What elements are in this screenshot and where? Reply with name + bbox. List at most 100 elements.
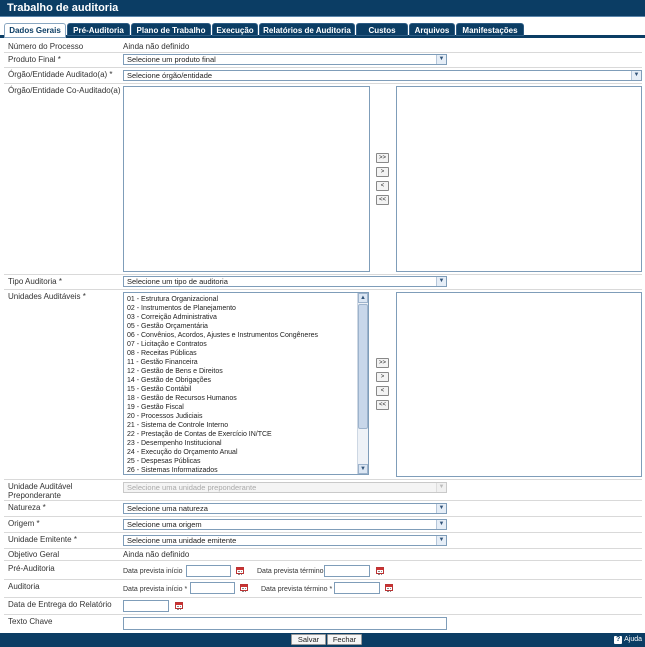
help-icon: ? — [614, 636, 623, 644]
preponderante-selected: Selecione uma unidade preponderante — [127, 483, 257, 492]
produto-final-selected: Selecione um produto final — [127, 55, 216, 64]
move-right-button[interactable]: > — [376, 167, 389, 177]
help-label: Ajuda — [624, 636, 642, 643]
numero-processo-value: Ainda não definido — [123, 42, 190, 51]
orgao-selected: Selecione órgão/entidade — [127, 71, 213, 80]
list-item[interactable]: 25 - Despesas Públicas — [127, 457, 201, 466]
produto-final-select[interactable]: Selecione um produto final ▼ — [123, 54, 447, 65]
preponderante-select[interactable]: Selecione uma unidade preponderante ▼ — [123, 482, 447, 493]
calendar-icon[interactable] — [175, 602, 183, 610]
orgao-select[interactable]: Selecione órgão/entidade ▼ — [123, 70, 642, 81]
auditoria-inicio-label: Data prevista início * — [123, 586, 188, 593]
origem-selected: Selecione uma origem — [127, 520, 202, 529]
scroll-down-icon[interactable]: ▼ — [358, 464, 368, 474]
list-item[interactable]: 26 - Sistemas Informatizados — [127, 466, 218, 474]
divider — [4, 614, 642, 615]
preponderante-label: Unidade Auditável Preponderante — [8, 482, 73, 500]
list-item[interactable]: 21 - Sistema de Controle Interno — [127, 421, 228, 430]
divider — [4, 532, 642, 533]
co-auditado-label: Órgão/Entidade Co-Auditado(a) — [8, 86, 121, 95]
list-item[interactable]: 01 - Estrutura Organizacional — [127, 295, 218, 304]
scroll-thumb[interactable] — [358, 304, 368, 429]
divider — [4, 500, 642, 501]
calendar-icon[interactable] — [240, 584, 248, 592]
move-all-right-button[interactable]: >> — [376, 153, 389, 163]
scroll-up-icon[interactable]: ▲ — [358, 293, 368, 303]
divider — [4, 52, 642, 53]
emitente-select[interactable]: Selecione uma unidade emitente ▼ — [123, 535, 447, 546]
pre-auditoria-termino-label: Data prevista término — [257, 568, 324, 575]
tab-arquivos[interactable]: Arquivos — [409, 23, 455, 36]
tipo-auditoria-label: Tipo Auditoria * — [8, 277, 62, 286]
list-item[interactable]: 02 - Instrumentos de Planejamento — [127, 304, 236, 313]
list-item[interactable]: 18 - Gestão de Recursos Humanos — [127, 394, 237, 403]
move-left-button[interactable]: < — [376, 386, 389, 396]
natureza-select[interactable]: Selecione uma natureza ▼ — [123, 503, 447, 514]
emitente-selected: Selecione uma unidade emitente — [127, 536, 237, 545]
unidades-selected-list[interactable] — [396, 292, 642, 477]
calendar-icon[interactable] — [385, 584, 393, 592]
list-item[interactable]: 12 - Gestão de Bens e Direitos — [127, 367, 223, 376]
list-item[interactable]: 05 - Gestão Orçamentária — [127, 322, 208, 331]
move-all-left-button[interactable]: << — [376, 400, 389, 410]
pre-auditoria-label: Pré-Auditoria — [8, 564, 55, 573]
co-auditado-selected-list[interactable] — [396, 86, 642, 272]
unidades-scrollbar[interactable]: ▲ ▼ — [357, 293, 368, 474]
list-item[interactable]: 20 - Processos Judiciais — [127, 412, 202, 421]
tab-bar: Dados Gerais Pré-Auditoria Plano de Trab… — [0, 23, 645, 38]
move-right-button[interactable]: > — [376, 372, 389, 382]
divider — [4, 516, 642, 517]
calendar-icon[interactable] — [236, 567, 244, 575]
divider — [4, 597, 642, 598]
list-item[interactable]: 15 - Gestão Contábil — [127, 385, 191, 394]
auditoria-termino-input[interactable] — [334, 582, 380, 594]
texto-chave-input[interactable] — [123, 617, 447, 630]
list-item[interactable]: 23 - Desempenho Institucional — [127, 439, 222, 448]
list-item[interactable]: 06 - Convênios, Acordos, Ajustes e Instr… — [127, 331, 318, 340]
pre-auditoria-inicio-input[interactable] — [186, 565, 231, 577]
list-item[interactable]: 14 - Gestão de Obrigações — [127, 376, 211, 385]
list-item[interactable]: 03 - Correição Administrativa — [127, 313, 217, 322]
list-item[interactable]: 19 - Gestão Fiscal — [127, 403, 184, 412]
co-auditado-available-list[interactable] — [123, 86, 370, 272]
produto-final-label: Produto Final * — [8, 55, 61, 64]
pre-auditoria-inicio-label: Data prevista início — [123, 568, 183, 575]
tab-execucao[interactable]: Execução — [212, 23, 258, 36]
window-title: Trabalho de auditoria — [0, 0, 645, 17]
tab-dados-gerais[interactable]: Dados Gerais — [4, 23, 66, 38]
chevron-down-icon: ▼ — [436, 520, 446, 529]
tab-pre-auditoria[interactable]: Pré-Auditoria — [67, 23, 130, 36]
help-link[interactable]: ? Ajuda — [614, 635, 642, 645]
numero-processo-label: Número do Processo — [8, 42, 84, 51]
calendar-icon[interactable] — [376, 567, 384, 575]
entrega-input[interactable] — [123, 600, 169, 612]
list-item[interactable]: 07 - Licitação e Contratos — [127, 340, 207, 349]
move-left-button[interactable]: < — [376, 181, 389, 191]
list-item[interactable]: 08 - Receitas Públicas — [127, 349, 197, 358]
divider — [4, 579, 642, 580]
tab-relatorios[interactable]: Relatórios de Auditoria — [259, 23, 355, 36]
chevron-down-icon: ▼ — [436, 504, 446, 513]
origem-select[interactable]: Selecione uma origem ▼ — [123, 519, 447, 530]
orgao-label: Órgão/Entidade Auditado(a) * — [8, 70, 113, 79]
tab-manifestacoes[interactable]: Manifestações — [456, 23, 524, 36]
move-all-left-button[interactable]: << — [376, 195, 389, 205]
save-button[interactable]: Salvar — [291, 634, 326, 645]
unidades-available-list[interactable]: 01 - Estrutura Organizacional 02 - Instr… — [123, 292, 369, 475]
texto-chave-label: Texto Chave — [8, 617, 53, 626]
tipo-auditoria-select[interactable]: Selecione um tipo de auditoria ▼ — [123, 276, 447, 287]
divider — [4, 560, 642, 561]
entrega-label: Data de Entrega do Relatório — [8, 600, 112, 609]
pre-auditoria-termino-input[interactable] — [324, 565, 370, 577]
list-item[interactable]: 11 - Gestão Financeira — [127, 358, 198, 367]
tab-plano-de-trabalho[interactable]: Plano de Trabalho — [131, 23, 211, 36]
move-all-right-button[interactable]: >> — [376, 358, 389, 368]
auditoria-inicio-input[interactable] — [190, 582, 235, 594]
tab-custos[interactable]: Custos — [356, 23, 408, 36]
close-button[interactable]: Fechar — [327, 634, 362, 645]
chevron-down-icon: ▼ — [436, 55, 446, 64]
list-item[interactable]: 24 - Execução do Orçamento Anual — [127, 448, 238, 457]
chevron-down-icon: ▼ — [631, 71, 641, 80]
divider — [4, 548, 642, 549]
list-item[interactable]: 22 - Prestação de Contas de Exercício IN… — [127, 430, 272, 439]
